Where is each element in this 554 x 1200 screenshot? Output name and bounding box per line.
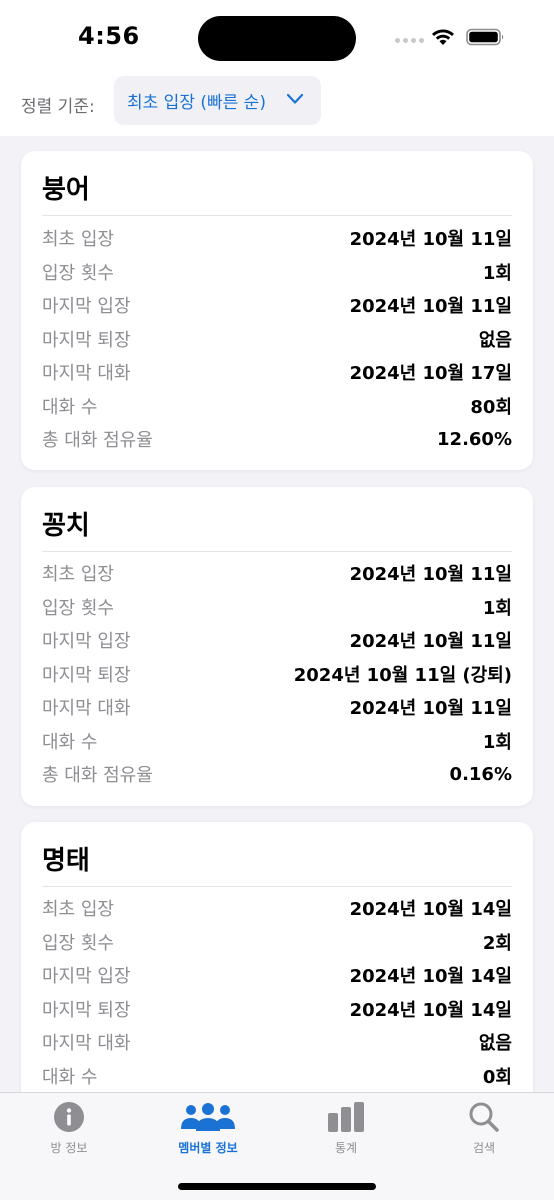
info-row: 대화 수 1회 — [42, 724, 512, 758]
row-value: 2024년 10월 11일 — [349, 296, 512, 317]
dynamic-island — [198, 16, 356, 61]
battery-icon — [466, 28, 504, 46]
tab-member-info[interactable]: 멤버별 정보 — [153, 1101, 263, 1161]
info-row: 마지막 입장 2024년 10월 14일 — [42, 958, 512, 992]
info-row: 마지막 퇴장 2024년 10월 14일 — [42, 992, 512, 1026]
info-row: 마지막 퇴장 2024년 10월 11일 (강퇴) — [42, 657, 512, 691]
row-value: 1회 — [482, 263, 512, 284]
row-value: 0회 — [482, 1067, 512, 1088]
member-name: 붕어 — [42, 175, 90, 205]
row-label: 마지막 입장 — [42, 631, 131, 652]
bar-chart-icon — [328, 1102, 364, 1132]
info-row: 총 대화 점유율 12.60% — [42, 422, 512, 456]
member-card: 꽁치 최초 입장 2024년 10월 11일 입장 횟수 1회 마지막 입장 2024… — [21, 487, 533, 806]
sort-label: 정렬 기준: — [21, 97, 95, 117]
row-label: 대화 수 — [42, 732, 98, 753]
tab-label: 방 정보 — [50, 1141, 88, 1155]
row-value: 2024년 10월 14일 — [349, 966, 512, 987]
row-value: 2024년 10월 11일 — [349, 698, 512, 719]
row-value: 80회 — [470, 397, 512, 418]
row-label: 입장 횟수 — [42, 933, 114, 954]
info-row: 마지막 입장 2024년 10월 11일 — [42, 623, 512, 657]
info-row: 최초 입장 2024년 10월 11일 — [42, 221, 512, 255]
row-label: 총 대화 점유율 — [42, 765, 153, 786]
row-label: 대화 수 — [42, 1067, 98, 1088]
status-time: 4:56 — [78, 22, 140, 50]
info-icon — [54, 1102, 84, 1132]
info-row: 마지막 입장 2024년 10월 11일 — [42, 288, 512, 322]
row-label: 마지막 입장 — [42, 296, 131, 317]
tab-search[interactable]: 검색 — [429, 1101, 539, 1161]
info-row: 입장 횟수 2회 — [42, 925, 512, 959]
row-label: 최초 입장 — [42, 564, 114, 585]
row-label: 대화 수 — [42, 397, 98, 418]
info-row: 대화 수 0회 — [42, 1059, 512, 1093]
row-value: 12.60% — [437, 428, 512, 450]
row-label: 마지막 퇴장 — [42, 330, 131, 351]
chevron-down-icon — [286, 93, 304, 104]
info-row: 마지막 대화 없음 — [42, 1025, 512, 1059]
row-label: 입장 횟수 — [42, 598, 114, 619]
row-label: 총 대화 점유율 — [42, 430, 153, 451]
tab-room-info[interactable]: 방 정보 — [14, 1101, 124, 1161]
row-value: 1회 — [482, 598, 512, 619]
row-value: 0.16% — [449, 763, 512, 785]
tab-label: 멤버별 정보 — [178, 1141, 238, 1155]
cellular-signal-icon — [395, 38, 424, 43]
status-bar: 4:56 — [0, 0, 554, 76]
row-value: 2회 — [482, 933, 512, 954]
row-value: 없음 — [478, 1033, 512, 1054]
info-row: 마지막 대화 2024년 10월 17일 — [42, 355, 512, 389]
divider — [42, 215, 512, 216]
sort-dropdown[interactable]: 최초 입장 (빠른 순) — [114, 76, 321, 125]
row-value: 2024년 10월 17일 — [349, 363, 512, 384]
row-value: 2024년 10월 11일 — [349, 229, 512, 250]
info-row: 총 대화 점유율 0.16% — [42, 757, 512, 791]
row-label: 최초 입장 — [42, 899, 114, 920]
info-row: 대화 수 80회 — [42, 389, 512, 423]
member-name: 꽁치 — [42, 511, 90, 541]
info-row: 마지막 대화 2024년 10월 11일 — [42, 690, 512, 724]
row-label: 입장 횟수 — [42, 263, 114, 284]
row-value: 2024년 10월 14일 — [349, 899, 512, 920]
people-icon — [181, 1103, 235, 1131]
info-row: 최초 입장 2024년 10월 14일 — [42, 891, 512, 925]
divider — [42, 551, 512, 552]
row-label: 최초 입장 — [42, 229, 114, 250]
search-icon — [469, 1102, 499, 1132]
row-value: 2024년 10월 11일 — [349, 631, 512, 652]
row-value: 1회 — [482, 732, 512, 753]
info-row: 입장 횟수 1회 — [42, 590, 512, 624]
home-indicator — [178, 1183, 376, 1190]
sort-bar: 정렬 기준: 최초 입장 (빠른 순) — [0, 76, 554, 136]
member-card: 명태 최초 입장 2024년 10월 14일 입장 횟수 2회 마지막 입장 2024… — [21, 822, 533, 1122]
row-value: 없음 — [478, 330, 512, 351]
tab-label: 통계 — [334, 1141, 358, 1155]
row-label: 마지막 퇴장 — [42, 1000, 131, 1021]
tab-label: 검색 — [472, 1141, 496, 1155]
row-value: 2024년 10월 14일 — [349, 1000, 512, 1021]
divider — [42, 886, 512, 887]
member-name: 명태 — [42, 846, 90, 876]
info-row: 마지막 퇴장 없음 — [42, 322, 512, 356]
sort-dropdown-value: 최초 입장 (빠른 순) — [127, 93, 266, 113]
row-value: 2024년 10월 11일 — [349, 564, 512, 585]
row-label: 마지막 대화 — [42, 363, 131, 384]
row-value: 2024년 10월 11일 (강퇴) — [293, 665, 512, 686]
info-row: 최초 입장 2024년 10월 11일 — [42, 556, 512, 590]
row-label: 마지막 대화 — [42, 1033, 131, 1054]
member-card: 붕어 최초 입장 2024년 10월 11일 입장 횟수 1회 마지막 입장 2024… — [21, 151, 533, 470]
wifi-icon — [432, 29, 454, 45]
tab-statistics[interactable]: 통계 — [291, 1101, 401, 1161]
info-row: 입장 횟수 1회 — [42, 255, 512, 289]
row-label: 마지막 퇴장 — [42, 665, 131, 686]
row-label: 마지막 대화 — [42, 698, 131, 719]
row-label: 마지막 입장 — [42, 966, 131, 987]
